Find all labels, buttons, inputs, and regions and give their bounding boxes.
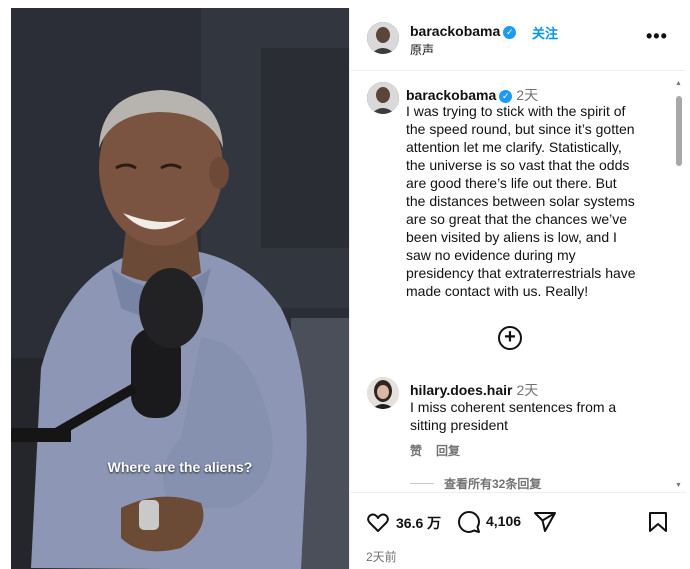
share-icon[interactable] — [533, 510, 557, 539]
caption-line: the universe is so vast that the odds — [406, 157, 630, 173]
video-frame-illustration — [11, 8, 349, 569]
comment-icon[interactable] — [457, 510, 481, 539]
scrollbar[interactable]: ▲ ▼ — [675, 78, 682, 498]
caption-line: the speed round, but since it’s gotten — [406, 121, 635, 137]
caption-time[interactable]: 2天 — [516, 87, 538, 103]
caption-username[interactable]: barackobama — [406, 87, 496, 103]
comment-actions: 赞回复 — [410, 442, 474, 459]
video-caption: Where are the aliens? — [107, 459, 253, 475]
post-date[interactable]: 2天前 — [366, 548, 397, 565]
scroll-down-icon[interactable]: ▼ — [675, 482, 682, 489]
video-player[interactable]: Where are the aliens? — [11, 8, 349, 569]
comment-time[interactable]: 2天 — [516, 382, 538, 398]
caption-line: are so great that the chances we’ve — [406, 211, 628, 227]
like-count[interactable]: 36.6 万 — [396, 513, 441, 533]
caption-line: been visited by aliens is low, and I — [406, 229, 617, 245]
follow-button[interactable]: 关注 — [532, 23, 558, 42]
comment-text: I miss coherent sentences from a sitting… — [410, 398, 650, 434]
heart-icon[interactable] — [366, 510, 390, 539]
commenter-avatar[interactable] — [367, 377, 399, 409]
scrollbar-thumb[interactable] — [676, 96, 682, 166]
post-actions-bar: 36.6 万 4,106 2天前 — [350, 492, 686, 569]
caption-line: are good there’s life out there. But — [406, 175, 617, 191]
post-header: barackobama ✓ 关注 原声 ••• — [350, 8, 686, 71]
avatar-image — [367, 82, 399, 114]
scroll-up-icon[interactable]: ▲ — [675, 80, 682, 87]
author-avatar[interactable] — [367, 22, 399, 54]
load-more-comments-icon[interactable]: + — [498, 326, 522, 350]
comment-like-button[interactable]: 赞 — [410, 444, 422, 458]
verified-badge-icon: ✓ — [503, 26, 517, 39]
avatar-image — [367, 22, 399, 54]
author-username[interactable]: barackobama — [410, 23, 500, 39]
caption-author-avatar[interactable] — [367, 82, 399, 114]
commenter-username[interactable]: hilary.does.hair — [410, 382, 512, 398]
post-panel: barackobama ✓ 关注 原声 ••• barackobama ✓ 2天 I … — [349, 8, 686, 569]
post-dialog: Where are the aliens? barackobama ✓ 关注 原声… — [11, 8, 686, 569]
comment-count: 4,106 — [486, 513, 522, 529]
original-audio-link[interactable]: 原声 — [410, 41, 434, 58]
caption-line: saw no evidence during my — [406, 247, 576, 263]
caption-text: I was trying to stick with the spirit of… — [406, 102, 666, 300]
comment-reply-button[interactable]: 回复 — [436, 444, 460, 458]
comment-line: I miss coherent sentences from a — [410, 399, 617, 415]
more-options-icon[interactable]: ••• — [646, 26, 668, 47]
caption-line: the distances between solar systems — [406, 193, 635, 209]
view-replies-button[interactable]: 查看所有32条回复 — [410, 475, 541, 490]
comment-line: sitting president — [410, 417, 509, 433]
caption-line: attention let me clarify. Statistically, — [406, 139, 622, 155]
comments-scroll-area[interactable]: barackobama ✓ 2天 I was trying to stick wit… — [350, 72, 686, 490]
bookmark-icon[interactable] — [646, 510, 670, 539]
avatar-image — [367, 377, 399, 409]
replies-divider — [410, 483, 434, 484]
caption-line: presidency that extraterrestrials have — [406, 265, 636, 281]
view-replies-label[interactable]: 查看所有32条回复 — [444, 477, 541, 490]
caption-line: I was trying to stick with the spirit of — [406, 103, 626, 119]
author-username-link[interactable]: barackobama ✓ — [410, 23, 517, 39]
caption-line: made contact with us. Really! — [406, 283, 589, 299]
comment-author: hilary.does.hair 2天 — [410, 380, 538, 400]
